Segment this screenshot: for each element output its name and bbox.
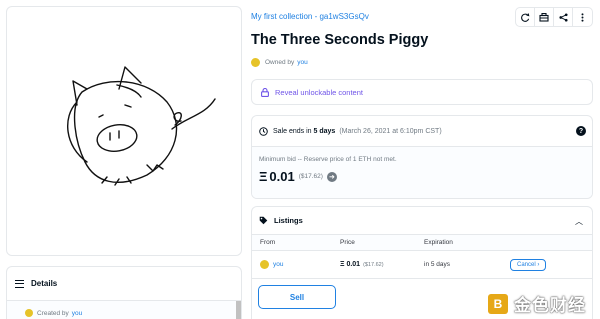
column-price: Price (340, 239, 355, 246)
price-usd: ($17.62) (298, 173, 323, 180)
listing-price-usd: ($17.62) (363, 262, 384, 268)
listing-expiration: in 5 days (424, 261, 451, 268)
listing-from[interactable]: you (260, 260, 283, 269)
scrollbar[interactable] (236, 301, 241, 319)
chevron-up-icon[interactable]: ︿ (575, 216, 583, 227)
price-row: Ξ 0.01 ($17.62) ➜ (259, 169, 592, 184)
lock-icon (261, 87, 269, 97)
sale-ends-label: Sale ends in (273, 127, 312, 135)
watermark-logo-icon: B (488, 293, 508, 314)
item-title: The Three Seconds Piggy (251, 32, 429, 48)
created-by-row: Created by you (7, 301, 241, 319)
details-title: Details (31, 279, 58, 288)
reveal-unlockable-button[interactable]: Reveal unlockable content (251, 79, 593, 105)
clock-icon (259, 126, 268, 136)
details-header[interactable]: Details (7, 267, 241, 301)
reveal-label: Reveal unlockable content (275, 87, 363, 97)
arrow-right-icon[interactable]: ➜ (326, 171, 337, 182)
list-icon (15, 279, 24, 288)
help-icon[interactable]: ? (576, 126, 586, 136)
refresh-button[interactable] (516, 8, 535, 26)
owner-avatar (251, 58, 260, 67)
transfer-button[interactable] (535, 8, 554, 26)
created-by-label: Created by (37, 309, 69, 317)
column-expiration: Expiration (424, 239, 453, 246)
tag-icon (259, 216, 268, 225)
cancel-label: Cancel (517, 261, 536, 268)
listings-header[interactable]: Listings ︿ (252, 207, 592, 235)
share-icon (558, 12, 568, 22)
share-button[interactable] (554, 8, 573, 26)
seller-avatar (260, 260, 269, 269)
nft-image-card[interactable] (6, 6, 242, 256)
more-icon (581, 12, 584, 22)
listings-column-headers: From Price Expiration (252, 235, 592, 251)
item-toolbar (515, 7, 593, 27)
minimum-bid-text: Minimum bid -- Reserve price of 1 ETH no… (259, 156, 397, 163)
more-button[interactable] (573, 8, 592, 26)
table-row: you Ξ 0.01 ($17.62) in 5 days Cancel › (252, 251, 592, 279)
watermark: B 金色财经 (488, 291, 586, 316)
watermark-text: 金色财经 (514, 296, 586, 315)
sale-panel: Sale ends in 5 days (March 26, 2021 at 6… (251, 115, 593, 199)
current-price: 0.01 (269, 169, 295, 184)
details-panel[interactable]: Details Created by you (6, 266, 242, 319)
sale-header: Sale ends in 5 days (March 26, 2021 at 6… (252, 116, 592, 147)
sale-ends-in: 5 days (313, 127, 336, 135)
eth-icon: Ξ (259, 169, 268, 184)
sale-end-date: (March 26, 2021 at 6:10pm CST) (339, 127, 442, 135)
cancel-listing-button[interactable]: Cancel › (510, 258, 547, 271)
transfer-icon (539, 12, 549, 22)
owned-by-row: Owned by you (251, 58, 308, 67)
owned-by-label: Owned by (265, 59, 295, 66)
listing-price-eth: Ξ 0.01 (340, 261, 361, 268)
owner-link[interactable]: you (297, 59, 307, 66)
column-from: From (260, 239, 276, 246)
piggy-drawing (67, 66, 216, 186)
creator-avatar (25, 309, 33, 317)
listing-price: Ξ 0.01 ($17.62) (340, 261, 384, 268)
sale-body: Minimum bid -- Reserve price of 1 ETH no… (252, 147, 592, 198)
refresh-icon (520, 12, 529, 22)
collection-link[interactable]: My first collection - ga1wS3GsQv (251, 12, 369, 21)
sell-button[interactable]: Sell (258, 285, 336, 309)
creator-link[interactable]: you (72, 310, 82, 317)
listings-title: Listings (274, 216, 303, 225)
listing-from-name: you (273, 261, 284, 268)
